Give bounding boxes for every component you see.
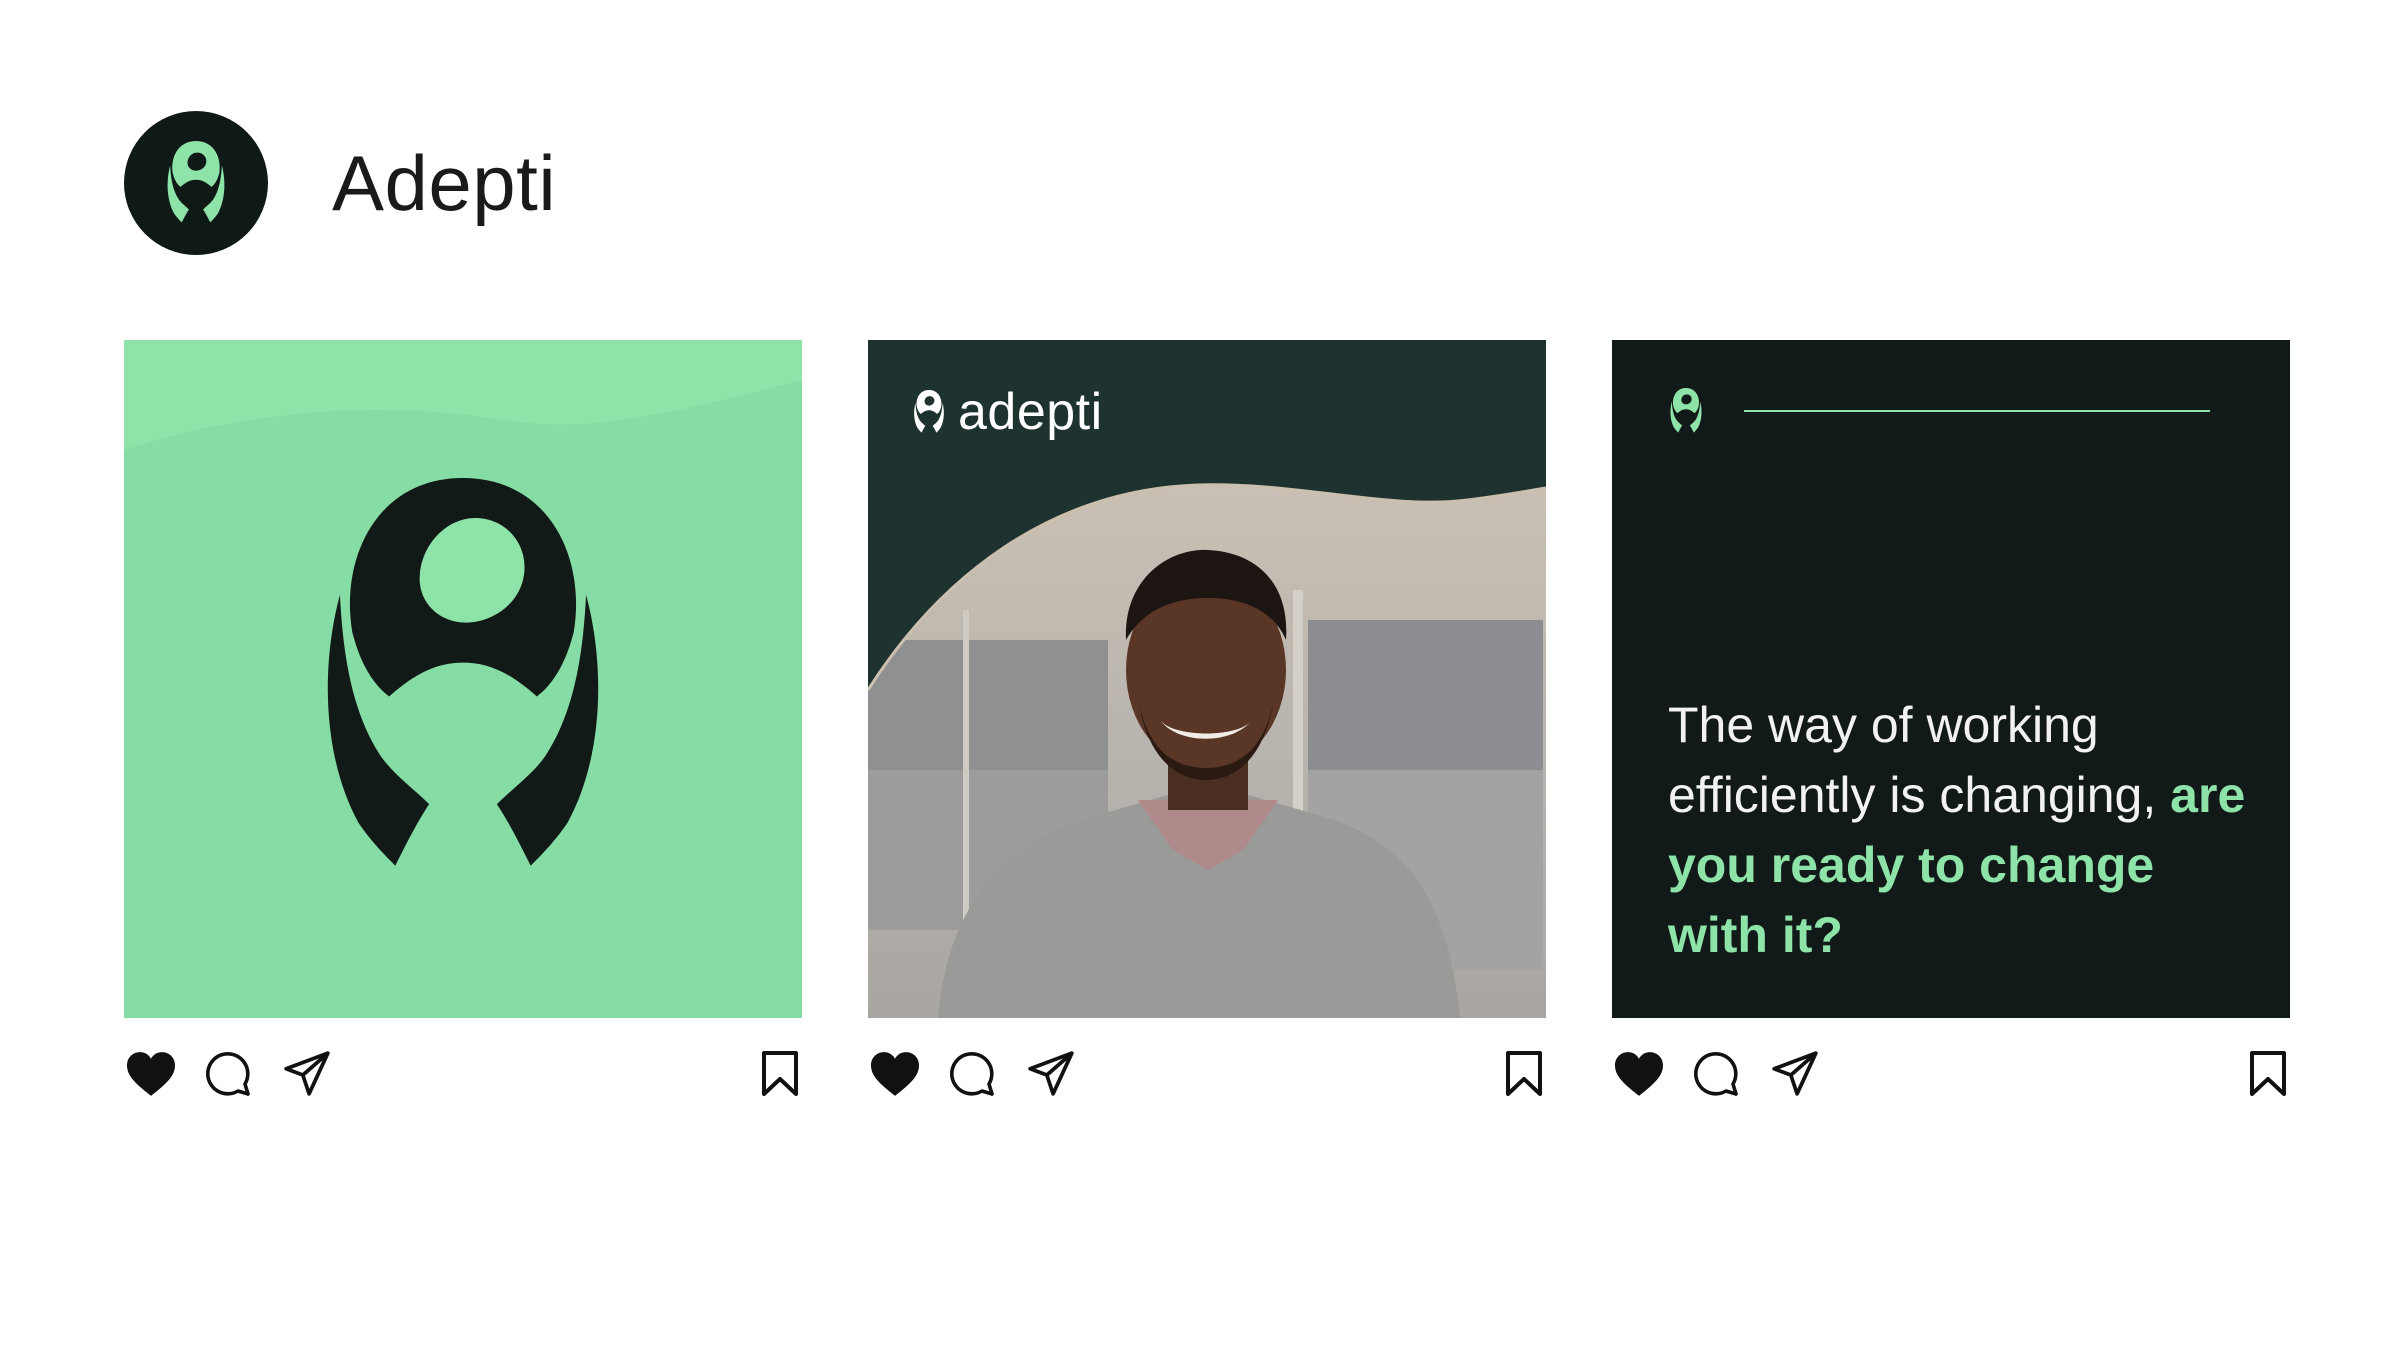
like-button[interactable] — [124, 1044, 178, 1104]
wordmark-text: adepti — [958, 383, 1103, 441]
profile-header: Adepti — [124, 111, 556, 255]
share-button[interactable] — [1024, 1044, 1078, 1104]
share-icon — [1772, 1051, 1818, 1096]
post-image-logo[interactable] — [124, 340, 802, 1018]
post-actions — [124, 1044, 802, 1114]
post-image-photo[interactable]: adepti — [868, 340, 1546, 1018]
share-icon — [1028, 1051, 1074, 1096]
post-image-quote[interactable]: The way of working efficiently is changi… — [1612, 340, 2290, 1018]
brand-wordmark: adepti — [912, 382, 1103, 442]
bookmark-button[interactable] — [1502, 1044, 1546, 1104]
adepti-logo-icon — [912, 390, 946, 434]
post-photo: adepti — [868, 340, 1546, 1114]
bookmark-button[interactable] — [758, 1044, 802, 1104]
quote-header — [1668, 388, 2210, 434]
heart-icon — [1615, 1052, 1663, 1096]
comment-icon — [206, 1052, 250, 1096]
post-logo — [124, 340, 802, 1114]
profile-avatar[interactable] — [124, 111, 268, 255]
comment-button[interactable] — [202, 1044, 254, 1104]
heart-icon — [871, 1052, 919, 1096]
share-button[interactable] — [1768, 1044, 1822, 1104]
comment-icon — [1694, 1052, 1738, 1096]
profile-name[interactable]: Adepti — [332, 138, 556, 229]
like-button[interactable] — [868, 1044, 922, 1104]
post-quote: The way of working efficiently is changi… — [1612, 340, 2290, 1114]
quote-text: The way of working efficiently is changi… — [1668, 690, 2260, 970]
post-actions — [868, 1044, 1546, 1114]
divider-line — [1744, 410, 2210, 412]
share-button[interactable] — [280, 1044, 334, 1104]
bookmark-icon — [1506, 1051, 1542, 1096]
comment-button[interactable] — [946, 1044, 998, 1104]
bookmark-icon — [762, 1051, 798, 1096]
comment-icon — [950, 1052, 994, 1096]
bookmark-icon — [2250, 1051, 2286, 1096]
post-actions — [1612, 1044, 2290, 1114]
bookmark-button[interactable] — [2246, 1044, 2290, 1104]
adepti-logo-icon — [163, 141, 229, 225]
like-button[interactable] — [1612, 1044, 1666, 1104]
comment-button[interactable] — [1690, 1044, 1742, 1104]
quote-regular: The way of working efficiently is changi… — [1668, 697, 2157, 823]
share-icon — [284, 1051, 330, 1096]
heart-icon — [127, 1052, 175, 1096]
adepti-logo-icon — [306, 478, 620, 878]
adepti-logo-icon — [1668, 388, 1704, 434]
